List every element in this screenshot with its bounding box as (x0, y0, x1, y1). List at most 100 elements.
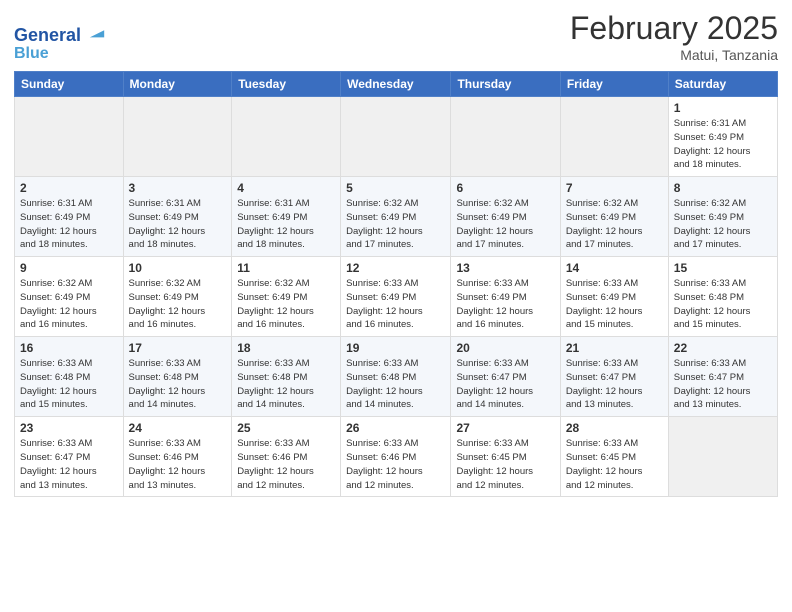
calendar-cell: 5 Sunrise: 6:32 AM Sunset: 6:49 PM Daylig… (341, 177, 451, 257)
day-info: Sunrise: 6:31 AM Sunset: 6:49 PM Dayligh… (129, 197, 227, 252)
day-number: 26 (346, 421, 445, 435)
day-info: Sunrise: 6:33 AM Sunset: 6:48 PM Dayligh… (20, 357, 118, 412)
calendar-cell: 8 Sunrise: 6:32 AM Sunset: 6:49 PM Daylig… (668, 177, 777, 257)
day-number: 27 (456, 421, 554, 435)
day-number: 5 (346, 181, 445, 195)
calendar: SundayMondayTuesdayWednesdayThursdayFrid… (14, 71, 778, 497)
day-info: Sunrise: 6:33 AM Sunset: 6:49 PM Dayligh… (346, 277, 445, 332)
calendar-cell: 7Sunrise: 6:32 AM Sunset: 6:49 PM Daylig… (560, 177, 668, 257)
day-number: 28 (566, 421, 663, 435)
logo-triangle-icon (88, 23, 106, 41)
calendar-cell (15, 97, 124, 177)
calendar-cell: 16 Sunrise: 6:33 AM Sunset: 6:48 PM Dayli… (15, 337, 124, 417)
calendar-cell: 27 Sunrise: 6:33 AM Sunset: 6:45 PM Dayli… (451, 417, 560, 497)
day-info: Sunrise: 6:32 AM Sunset: 6:49 PM Dayligh… (456, 197, 554, 252)
calendar-cell (341, 97, 451, 177)
calendar-cell: 1Sunrise: 6:31 AM Sunset: 6:49 PM Daylig… (668, 97, 777, 177)
calendar-cell: 10 Sunrise: 6:32 AM Sunset: 6:49 PM Dayli… (123, 257, 232, 337)
calendar-cell: 11 Sunrise: 6:32 AM Sunset: 6:49 PM Dayli… (232, 257, 341, 337)
day-info: Sunrise: 6:33 AM Sunset: 6:49 PM Dayligh… (456, 277, 554, 332)
day-info: Sunrise: 6:33 AM Sunset: 6:45 PM Dayligh… (456, 437, 554, 492)
day-info: Sunrise: 6:32 AM Sunset: 6:49 PM Dayligh… (674, 197, 772, 252)
day-info: Sunrise: 6:33 AM Sunset: 6:46 PM Dayligh… (129, 437, 227, 492)
header-right: February 2025 Matui, Tanzania (570, 10, 778, 63)
day-number: 13 (456, 261, 554, 275)
calendar-cell (123, 97, 232, 177)
day-number: 14 (566, 261, 663, 275)
day-number: 8 (674, 181, 772, 195)
day-number: 16 (20, 341, 118, 355)
calendar-cell: 14 Sunrise: 6:33 AM Sunset: 6:49 PM Dayli… (560, 257, 668, 337)
calendar-week-4: 16 Sunrise: 6:33 AM Sunset: 6:48 PM Dayli… (15, 337, 778, 417)
day-number: 19 (346, 341, 445, 355)
calendar-cell (560, 97, 668, 177)
day-info: Sunrise: 6:33 AM Sunset: 6:47 PM Dayligh… (674, 357, 772, 412)
calendar-week-5: 23 Sunrise: 6:33 AM Sunset: 6:47 PM Dayli… (15, 417, 778, 497)
day-number: 6 (456, 181, 554, 195)
day-number: 17 (129, 341, 227, 355)
day-number: 22 (674, 341, 772, 355)
day-info: Sunrise: 6:32 AM Sunset: 6:49 PM Dayligh… (129, 277, 227, 332)
col-header-wednesday: Wednesday (341, 72, 451, 97)
calendar-cell: 22 Sunrise: 6:33 AM Sunset: 6:47 PM Dayli… (668, 337, 777, 417)
day-number: 3 (129, 181, 227, 195)
day-number: 12 (346, 261, 445, 275)
calendar-header-row: SundayMondayTuesdayWednesdayThursdayFrid… (15, 72, 778, 97)
calendar-cell: 2Sunrise: 6:31 AM Sunset: 6:49 PM Daylig… (15, 177, 124, 257)
day-info: Sunrise: 6:33 AM Sunset: 6:47 PM Dayligh… (20, 437, 118, 492)
day-info: Sunrise: 6:33 AM Sunset: 6:48 PM Dayligh… (129, 357, 227, 412)
calendar-cell: 6 Sunrise: 6:32 AM Sunset: 6:49 PM Daylig… (451, 177, 560, 257)
calendar-cell: 24Sunrise: 6:33 AM Sunset: 6:46 PM Dayli… (123, 417, 232, 497)
day-number: 20 (456, 341, 554, 355)
day-info: Sunrise: 6:32 AM Sunset: 6:49 PM Dayligh… (20, 277, 118, 332)
logo-blue: Blue (14, 45, 106, 63)
header: General Blue February 2025 Matui, Tanzan… (14, 10, 778, 63)
day-number: 9 (20, 261, 118, 275)
calendar-cell (668, 417, 777, 497)
calendar-cell: 13 Sunrise: 6:33 AM Sunset: 6:49 PM Dayli… (451, 257, 560, 337)
day-info: Sunrise: 6:33 AM Sunset: 6:48 PM Dayligh… (237, 357, 335, 412)
calendar-week-2: 2Sunrise: 6:31 AM Sunset: 6:49 PM Daylig… (15, 177, 778, 257)
day-number: 23 (20, 421, 118, 435)
calendar-cell: 15Sunrise: 6:33 AM Sunset: 6:48 PM Dayli… (668, 257, 777, 337)
location: Matui, Tanzania (570, 47, 778, 63)
calendar-week-3: 9 Sunrise: 6:32 AM Sunset: 6:49 PM Daylig… (15, 257, 778, 337)
col-header-sunday: Sunday (15, 72, 124, 97)
day-info: Sunrise: 6:32 AM Sunset: 6:49 PM Dayligh… (237, 277, 335, 332)
day-info: Sunrise: 6:33 AM Sunset: 6:47 PM Dayligh… (456, 357, 554, 412)
col-header-friday: Friday (560, 72, 668, 97)
col-header-saturday: Saturday (668, 72, 777, 97)
day-number: 10 (129, 261, 227, 275)
logo: General Blue (14, 23, 106, 63)
day-number: 18 (237, 341, 335, 355)
day-number: 11 (237, 261, 335, 275)
day-number: 25 (237, 421, 335, 435)
calendar-cell: 17 Sunrise: 6:33 AM Sunset: 6:48 PM Dayli… (123, 337, 232, 417)
calendar-cell (451, 97, 560, 177)
calendar-week-1: 1Sunrise: 6:31 AM Sunset: 6:49 PM Daylig… (15, 97, 778, 177)
page: General Blue February 2025 Matui, Tanzan… (0, 0, 792, 612)
logo-text: General (14, 23, 106, 46)
day-info: Sunrise: 6:31 AM Sunset: 6:49 PM Dayligh… (674, 117, 772, 172)
day-number: 15 (674, 261, 772, 275)
day-info: Sunrise: 6:33 AM Sunset: 6:47 PM Dayligh… (566, 357, 663, 412)
calendar-cell: 20 Sunrise: 6:33 AM Sunset: 6:47 PM Dayli… (451, 337, 560, 417)
day-info: Sunrise: 6:32 AM Sunset: 6:49 PM Dayligh… (346, 197, 445, 252)
col-header-tuesday: Tuesday (232, 72, 341, 97)
calendar-cell: 23 Sunrise: 6:33 AM Sunset: 6:47 PM Dayli… (15, 417, 124, 497)
calendar-cell: 21 Sunrise: 6:33 AM Sunset: 6:47 PM Dayli… (560, 337, 668, 417)
day-info: Sunrise: 6:33 AM Sunset: 6:49 PM Dayligh… (566, 277, 663, 332)
calendar-cell: 12 Sunrise: 6:33 AM Sunset: 6:49 PM Dayli… (341, 257, 451, 337)
day-info: Sunrise: 6:32 AM Sunset: 6:49 PM Dayligh… (566, 197, 663, 252)
calendar-cell: 28 Sunrise: 6:33 AM Sunset: 6:45 PM Dayli… (560, 417, 668, 497)
day-info: Sunrise: 6:33 AM Sunset: 6:48 PM Dayligh… (346, 357, 445, 412)
calendar-cell: 3 Sunrise: 6:31 AM Sunset: 6:49 PM Daylig… (123, 177, 232, 257)
day-info: Sunrise: 6:33 AM Sunset: 6:45 PM Dayligh… (566, 437, 663, 492)
day-number: 21 (566, 341, 663, 355)
calendar-cell: 9 Sunrise: 6:32 AM Sunset: 6:49 PM Daylig… (15, 257, 124, 337)
calendar-cell: 25 Sunrise: 6:33 AM Sunset: 6:46 PM Dayli… (232, 417, 341, 497)
calendar-cell: 19 Sunrise: 6:33 AM Sunset: 6:48 PM Dayli… (341, 337, 451, 417)
day-info: Sunrise: 6:31 AM Sunset: 6:49 PM Dayligh… (237, 197, 335, 252)
day-info: Sunrise: 6:33 AM Sunset: 6:46 PM Dayligh… (237, 437, 335, 492)
month-title: February 2025 (570, 10, 778, 47)
